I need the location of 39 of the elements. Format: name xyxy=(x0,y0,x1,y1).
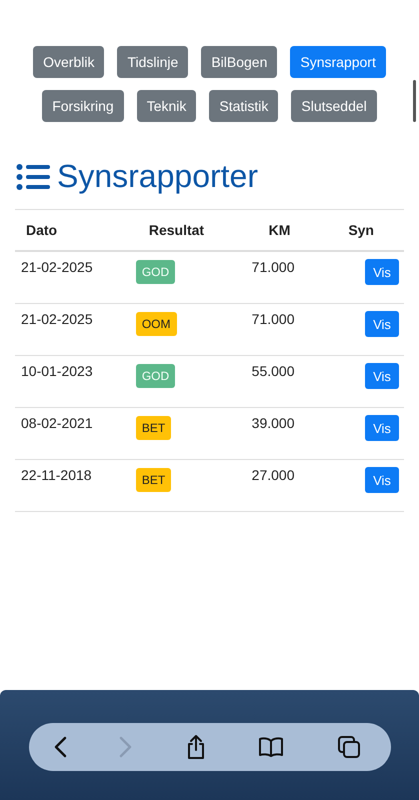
view-button[interactable]: Vis xyxy=(365,467,399,493)
status-badge: BET xyxy=(136,468,172,492)
table-cell: 27.000 xyxy=(252,460,348,512)
tab[interactable]: Forsikring xyxy=(42,90,124,122)
tab[interactable]: Statistik xyxy=(209,90,278,122)
table-cell: 39.000 xyxy=(252,408,348,460)
table-cell: 55.000 xyxy=(252,356,348,408)
view-button[interactable]: Vis xyxy=(365,259,399,285)
book-icon[interactable] xyxy=(258,737,284,757)
column-header: Dato xyxy=(15,210,136,251)
tabs-icon[interactable] xyxy=(336,735,360,759)
table-cell: 10-01-2023 xyxy=(15,356,136,408)
view-button[interactable]: Vis xyxy=(365,311,399,337)
scrollbar[interactable] xyxy=(413,80,416,122)
table-cell: 22-11-2018 xyxy=(15,460,136,512)
table-cell: 71.000 xyxy=(252,251,348,304)
table-cell: 71.000 xyxy=(252,304,348,356)
column-header: KM xyxy=(252,210,348,251)
table-cell: 21-02-2025 xyxy=(15,304,136,356)
share-icon[interactable] xyxy=(186,734,206,760)
tab[interactable]: Tidslinje xyxy=(117,46,188,78)
table-cell: 21-02-2025 xyxy=(15,251,136,304)
tab[interactable]: Teknik xyxy=(136,90,196,122)
tab[interactable]: Overblik xyxy=(33,46,104,78)
view-button[interactable]: Vis xyxy=(365,363,399,389)
status-badge: GOD xyxy=(136,364,176,388)
back-icon[interactable] xyxy=(52,736,66,758)
tab[interactable]: BilBogen xyxy=(201,46,278,78)
status-badge: OOM xyxy=(136,312,176,336)
column-header: Syn xyxy=(348,210,404,251)
tab[interactable]: Slutseddel xyxy=(291,90,377,122)
column-header: Resultat xyxy=(136,210,252,251)
view-button[interactable]: Vis xyxy=(365,415,399,441)
tab[interactable]: Synsrapport xyxy=(290,46,386,78)
list-icon xyxy=(16,162,50,190)
status-badge: BET xyxy=(136,416,172,440)
table-cell: 08-02-2021 xyxy=(15,408,136,460)
status-badge: GOD xyxy=(136,260,176,284)
page-heading: Synsrapporter xyxy=(57,158,258,195)
